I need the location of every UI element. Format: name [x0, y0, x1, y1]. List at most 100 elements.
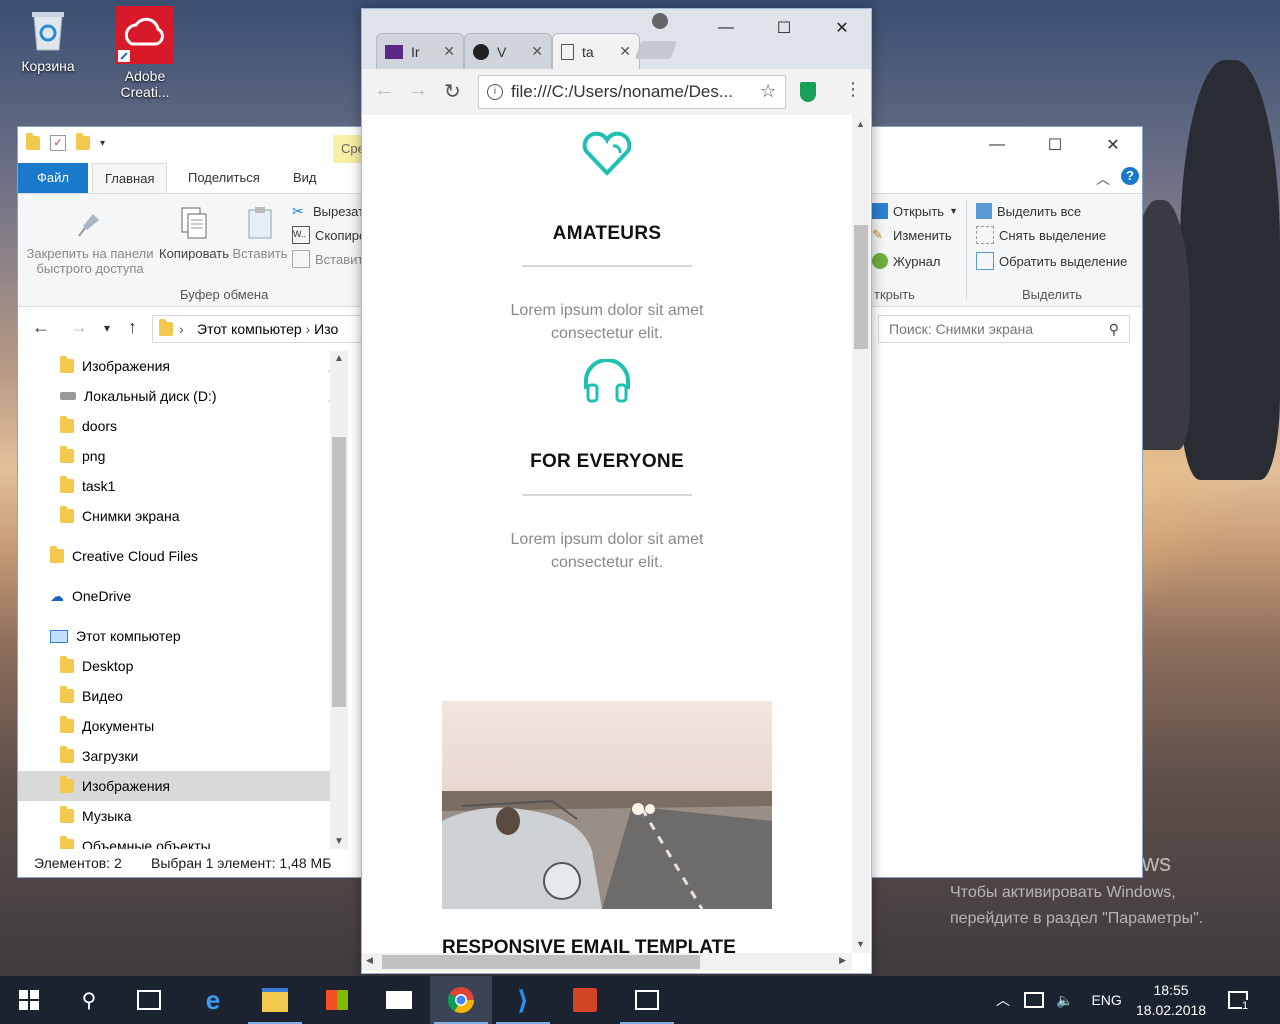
nav-item-images-pinned[interactable]: Изображения: [60, 351, 170, 381]
forward-arrow-icon[interactable]: →: [70, 317, 88, 338]
reload-icon[interactable]: ↻: [444, 79, 461, 104]
profile-icon[interactable]: [652, 13, 668, 29]
forward-arrow-icon[interactable]: →: [408, 79, 428, 102]
tab-3[interactable]: ta ✕: [552, 33, 640, 69]
close-button[interactable]: ✕: [813, 9, 871, 47]
taskbar-vscode[interactable]: ⟩: [492, 976, 554, 1024]
scroll-down-icon[interactable]: ▼: [334, 836, 344, 847]
task-view-button[interactable]: [118, 976, 180, 1024]
customize-qa-icon[interactable]: ▾: [100, 138, 105, 149]
nav-pane-scrollbar[interactable]: ▲ ▼: [330, 351, 348, 849]
back-arrow-icon[interactable]: ←: [32, 317, 50, 338]
chrome-tab-strip[interactable]: — ☐ ✕ Ir ✕ V ✕ ta ✕: [362, 9, 871, 69]
minimize-button[interactable]: —: [697, 9, 755, 47]
maximize-button[interactable]: ☐: [755, 9, 813, 47]
back-arrow-icon[interactable]: ←: [374, 79, 394, 102]
close-tab-icon[interactable]: ✕: [443, 43, 455, 60]
tab-2[interactable]: V ✕: [464, 33, 552, 69]
bookmark-star-icon[interactable]: ☆: [760, 81, 776, 102]
nav-item-screenshots[interactable]: Снимки экрана: [60, 501, 179, 531]
taskbar-edge[interactable]: e: [182, 976, 244, 1024]
close-tab-icon[interactable]: ✕: [619, 43, 631, 60]
cut-button[interactable]: ✂ Вырезат: [292, 200, 364, 222]
volume-icon[interactable]: 🔈: [1056, 992, 1073, 1009]
history-button[interactable]: Журнал: [872, 250, 940, 272]
menu-icon[interactable]: ⋮: [844, 79, 862, 100]
page-vertical-scrollbar[interactable]: ▲ ▼: [852, 115, 870, 953]
breadcrumb-this-pc[interactable]: Этот компьютер: [197, 321, 302, 337]
tab-share[interactable]: Поделиться: [176, 163, 272, 193]
scrollbar-thumb[interactable]: [382, 955, 700, 969]
omnibox[interactable]: i file:///C:/Users/noname/Des...: [478, 75, 786, 109]
nav-item-3d-objects[interactable]: Объемные объекты: [60, 831, 211, 849]
scroll-left-icon[interactable]: ◀: [366, 955, 373, 966]
nav-item-desktop[interactable]: Desktop: [60, 651, 133, 681]
taskbar-store[interactable]: [306, 976, 368, 1024]
clock[interactable]: 18:55 18.02.2018: [1136, 976, 1206, 1024]
edge-icon: e: [205, 984, 221, 1015]
nav-item-creative-cloud-files[interactable]: Creative Cloud Files: [50, 541, 198, 571]
taskbar-chrome[interactable]: [430, 976, 492, 1024]
close-button[interactable]: ✕: [1084, 127, 1142, 163]
nav-item-this-pc[interactable]: Этот компьютер: [50, 621, 181, 651]
minimize-button[interactable]: —: [968, 127, 1026, 163]
extension-shield-icon[interactable]: [800, 82, 816, 102]
nav-item-doors[interactable]: doors: [60, 411, 117, 441]
nav-item-local-disk-d[interactable]: Локальный диск (D:): [60, 381, 217, 411]
adobe-cc-shortcut[interactable]: Adobe Creati...: [105, 6, 185, 100]
new-tab-button[interactable]: [634, 41, 678, 59]
select-none-button[interactable]: Снять выделение: [976, 224, 1106, 246]
recycle-bin-shortcut[interactable]: Корзина: [8, 6, 88, 74]
nav-item-images[interactable]: Изображения: [18, 771, 330, 801]
copy-button[interactable]: Копировать: [156, 206, 232, 261]
properties-icon[interactable]: ✓: [50, 135, 66, 151]
scroll-up-icon[interactable]: ▲: [334, 353, 344, 364]
nav-item-music[interactable]: Музыка: [60, 801, 132, 831]
select-all-button[interactable]: Выделить все: [976, 200, 1081, 222]
scroll-up-icon[interactable]: ▲: [856, 119, 865, 129]
scroll-right-icon[interactable]: ▶: [839, 955, 846, 966]
nav-item-task1[interactable]: task1: [60, 471, 115, 501]
recent-dropdown-icon[interactable]: ▾: [104, 321, 110, 335]
network-icon[interactable]: [1024, 992, 1044, 1008]
language-indicator[interactable]: ENG: [1091, 992, 1121, 1008]
address-bar[interactable]: › Этот компьютер › Изо: [152, 315, 372, 343]
tab-file[interactable]: Файл: [18, 163, 88, 193]
show-hidden-icons-icon[interactable]: ︿: [996, 990, 1010, 1010]
paste-shortcut-button[interactable]: Вставит: [292, 248, 363, 270]
nav-item-png[interactable]: png: [60, 441, 105, 471]
edit-button[interactable]: ✎ Изменить: [872, 224, 952, 246]
close-tab-icon[interactable]: ✕: [531, 43, 543, 60]
action-center-button[interactable]: 1: [1228, 976, 1249, 1024]
breadcrumb-images[interactable]: Изо: [314, 321, 338, 337]
copy-path-button[interactable]: W.. Скопиро: [292, 224, 366, 246]
new-folder-icon[interactable]: [76, 133, 90, 150]
search-input[interactable]: Поиск: Снимки экрана ⚲: [878, 315, 1130, 343]
page-horizontal-scrollbar[interactable]: ◀ ▶: [362, 953, 852, 971]
open-button[interactable]: Открыть ▼: [872, 200, 958, 222]
maximize-button[interactable]: ☐: [1026, 127, 1084, 163]
help-icon[interactable]: ?: [1121, 167, 1139, 185]
tab-home[interactable]: Главная: [92, 163, 168, 193]
contextual-tab[interactable]: Сре: [333, 135, 365, 163]
start-button[interactable]: [0, 976, 58, 1024]
tab-view[interactable]: Вид: [281, 163, 329, 193]
up-arrow-icon[interactable]: ↑: [128, 317, 137, 338]
scrollbar-thumb[interactable]: [854, 225, 868, 349]
taskbar-file-explorer[interactable]: [244, 976, 306, 1024]
search-button[interactable]: ⚲: [58, 976, 120, 1024]
nav-item-documents[interactable]: Документы: [60, 711, 154, 741]
scrollbar-thumb[interactable]: [332, 437, 346, 707]
pin-to-quick-access-button[interactable]: Закрепить на панели быстрого доступа: [26, 206, 154, 276]
invert-selection-button[interactable]: Обратить выделение: [976, 250, 1127, 272]
taskbar-mail[interactable]: [368, 976, 430, 1024]
nav-item-onedrive[interactable]: ☁ OneDrive: [50, 581, 131, 611]
nav-item-video[interactable]: Видео: [60, 681, 123, 711]
taskbar-powerpoint[interactable]: [554, 976, 616, 1024]
paste-button[interactable]: Вставить: [232, 206, 288, 261]
taskbar-photos[interactable]: [616, 976, 678, 1024]
scroll-down-icon[interactable]: ▼: [856, 939, 865, 949]
ribbon-collapse-icon[interactable]: ︿: [1096, 169, 1110, 189]
nav-item-downloads[interactable]: Загрузки: [60, 741, 138, 771]
tab-1[interactable]: Ir ✕: [376, 33, 464, 69]
